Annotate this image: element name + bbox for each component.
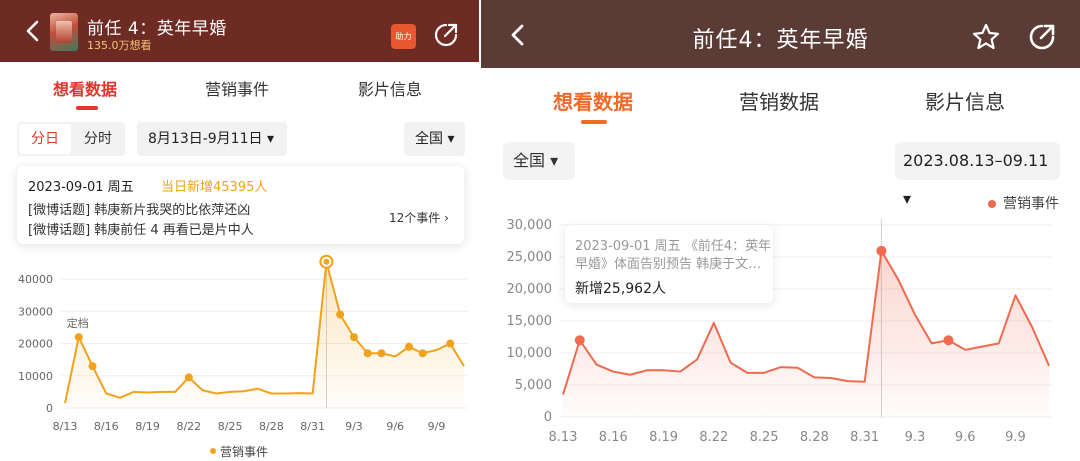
y-tick-label: 15,000 <box>507 314 553 329</box>
tooltip-event-line: 早婚》体面告别预告 韩庚于文… <box>575 257 762 272</box>
tooltip-date: 2023-09-01 周五 <box>28 180 134 195</box>
y-tick-label: 10000 <box>18 370 53 383</box>
x-tick-label: 9.9 <box>1005 430 1026 445</box>
x-tick-label: 8/19 <box>135 420 160 433</box>
x-tick-label: 8.31 <box>850 430 879 445</box>
y-tick-label: 40000 <box>18 273 53 286</box>
x-tick-label: 8.28 <box>800 430 829 445</box>
x-tick-label: 8/13 <box>53 420 78 433</box>
data-point <box>377 349 386 358</box>
right-panel: 前任4：英年早婚 想看数据 营销数据 影片信息 全国 ▾ 2023.08.13–… <box>481 0 1080 461</box>
data-point <box>943 335 954 346</box>
x-tick-label: 8.25 <box>750 430 779 445</box>
x-tick-label: 8.22 <box>699 430 728 445</box>
data-point <box>74 333 83 342</box>
tooltip-event[interactable]: [微博话题] 韩庚新片我哭的比依萍还凶 <box>28 199 250 218</box>
y-tick-label: 20,000 <box>507 282 553 297</box>
y-tick-label: 0 <box>46 402 53 415</box>
day-tooltip-card: 2023-09-01 周五 当日新增45395人 [微博话题] 韩庚新片我哭的比… <box>17 166 464 244</box>
y-tick-label: 20000 <box>18 338 53 351</box>
y-tick-label: 0 <box>544 410 552 425</box>
x-tick-label: 8.16 <box>599 430 628 445</box>
data-point <box>363 349 372 358</box>
data-point <box>336 310 345 319</box>
annotation-label: 定档 <box>67 316 89 330</box>
event-count-link[interactable]: 12个事件 › <box>389 209 449 226</box>
data-point <box>349 333 358 342</box>
x-tick-label: 9/9 <box>428 420 446 433</box>
x-tick-label: 8/31 <box>300 420 325 433</box>
data-point <box>418 349 427 358</box>
x-tick-label: 9.3 <box>905 430 926 445</box>
series-area <box>65 261 464 408</box>
data-point <box>574 335 585 346</box>
y-tick-label: 5,000 <box>515 378 552 393</box>
chart-legend: 营销事件 <box>220 445 269 459</box>
y-tick-label: 30,000 <box>507 218 553 233</box>
x-tick-label: 9/3 <box>345 420 363 433</box>
y-tick-label: 10,000 <box>507 346 553 361</box>
x-tick-label: 8/25 <box>218 420 243 433</box>
data-point <box>446 339 455 348</box>
x-tick-label: 8/22 <box>176 420 201 433</box>
data-point <box>404 342 413 351</box>
y-tick-label: 25,000 <box>507 250 553 265</box>
legend-marker <box>210 448 216 454</box>
left-panel: 前任 4：英年早婚 135.0万想看 助力 想看数据 营销事件 影片信息 分日 … <box>0 0 479 461</box>
x-tick-label: 9/6 <box>386 420 404 433</box>
day-tooltip-card: 2023-09-01 周五 《前任4：英年 早婚》体面告别预告 韩庚于文… 新增… <box>565 225 773 303</box>
x-tick-label: 9.6 <box>955 430 976 445</box>
x-tick-label: 8.19 <box>649 430 678 445</box>
data-point <box>184 373 193 382</box>
data-point <box>323 258 330 265</box>
tooltip-new-add: 新增25,962人 <box>575 281 666 297</box>
tooltip-event[interactable]: [微博话题] 韩庚前任 4 再看已是片中人 <box>28 219 254 238</box>
tooltip-new-add: 当日新增45395人 <box>161 180 268 195</box>
data-point <box>876 245 887 256</box>
tooltip-event-line: 2023-09-01 周五 《前任4：英年 <box>575 239 772 254</box>
data-point <box>88 362 97 371</box>
x-tick-label: 8/16 <box>94 420 119 433</box>
y-tick-label: 30000 <box>18 305 53 318</box>
x-tick-label: 8/28 <box>259 420 284 433</box>
x-tick-label: 8.13 <box>549 430 578 445</box>
